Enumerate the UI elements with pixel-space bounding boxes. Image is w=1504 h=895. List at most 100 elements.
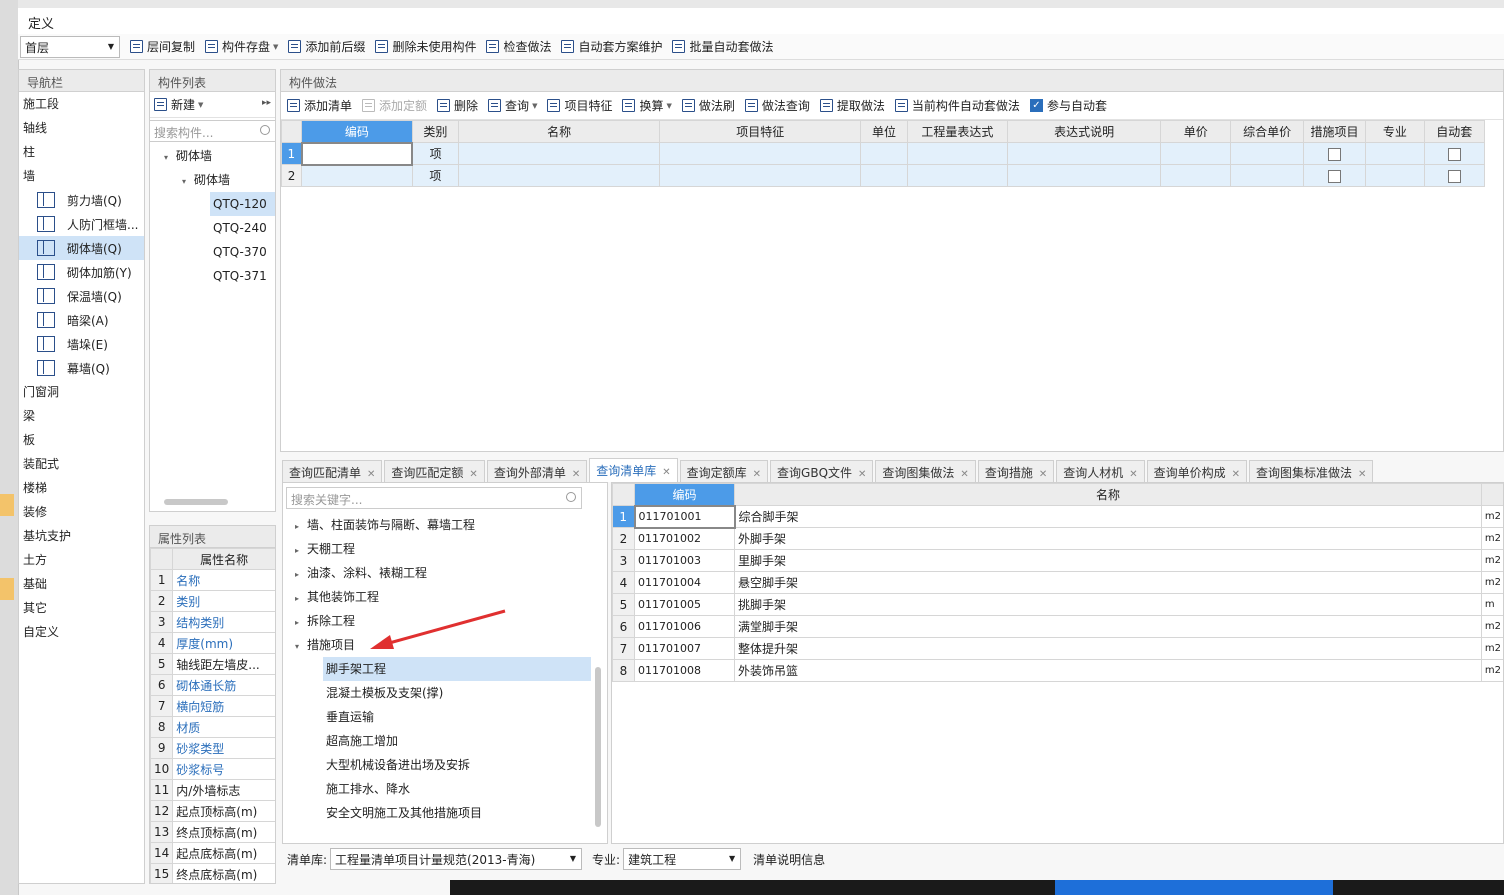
query-tree-node[interactable]: ▸ 墙、柱面装饰与隔断、幕墙工程 xyxy=(283,513,607,537)
grid-cell[interactable] xyxy=(906,142,1009,165)
query-tab[interactable]: 查询匹配定额 ✕ xyxy=(384,460,485,482)
property-row[interactable]: 13 终点顶标高(m) xyxy=(150,821,275,843)
grid-cell[interactable] xyxy=(906,164,1009,187)
grid-cell[interactable] xyxy=(659,164,862,187)
grid-cell[interactable] xyxy=(1230,142,1304,165)
name-cell[interactable]: 里脚手架 xyxy=(734,549,1482,572)
code-cell[interactable]: 011701002 xyxy=(634,527,735,550)
code-header[interactable]: 编码 xyxy=(634,483,735,506)
code-cell[interactable]: 011701005 xyxy=(634,593,735,616)
keyword-search-input[interactable]: 搜索关键字... xyxy=(286,487,582,509)
result-row[interactable]: 1 011701001 综合脚手架 m2 xyxy=(612,504,1503,529)
vertical-scrollbar[interactable] xyxy=(595,667,601,827)
close-icon[interactable]: ✕ xyxy=(960,469,968,480)
name-cell[interactable]: 外装饰吊篮 xyxy=(734,659,1482,682)
close-icon[interactable]: ✕ xyxy=(1129,469,1137,480)
new-button[interactable]: 新建 xyxy=(171,96,195,113)
property-row[interactable]: 8 材质 xyxy=(150,716,275,738)
column-header[interactable]: 自动套 xyxy=(1423,120,1486,143)
horizontal-scrollbar[interactable] xyxy=(164,499,228,505)
result-row[interactable]: 4 011701004 悬空脚手架 m2 xyxy=(612,571,1503,594)
save-component-button[interactable]: 构件存盘 ▼ xyxy=(205,38,278,55)
query-tab[interactable]: 查询图集做法 ✕ xyxy=(875,460,976,482)
checkbox[interactable] xyxy=(1328,169,1342,183)
more-icon[interactable]: ▸▸ xyxy=(262,98,271,108)
floor-select[interactable]: 首层 ▼ xyxy=(20,35,120,58)
close-icon[interactable]: ✕ xyxy=(1039,469,1047,480)
code-cell[interactable]: 011701004 xyxy=(634,571,735,594)
query-tab[interactable]: 查询人材机 ✕ xyxy=(1056,460,1145,482)
close-icon[interactable]: ✕ xyxy=(367,469,375,480)
close-icon[interactable]: ✕ xyxy=(469,469,477,480)
property-row[interactable]: 5 轴线距左墙皮... xyxy=(150,653,275,675)
grid-cell[interactable] xyxy=(458,164,661,187)
grid-cell[interactable] xyxy=(1007,142,1162,165)
checkbox-cell[interactable] xyxy=(1423,142,1486,165)
component-search-input[interactable]: 搜索构件... xyxy=(150,120,275,142)
property-row[interactable]: 7 横向短筋 xyxy=(150,695,275,717)
query-tree-node[interactable]: 垂直运输 xyxy=(323,705,591,729)
nav-item[interactable]: 柱 xyxy=(19,140,144,164)
column-header[interactable]: 项目特征 xyxy=(659,120,862,143)
component-item[interactable]: QTQ-120 xyxy=(210,192,275,216)
property-row[interactable]: 14 起点底标高(m) xyxy=(150,842,275,864)
method-button[interactable]: 删除 xyxy=(437,97,478,114)
property-row[interactable]: 9 砂浆类型 xyxy=(150,737,275,759)
nav-item[interactable]: 施工段 xyxy=(19,92,144,116)
query-tree-node[interactable]: 施工排水、降水 xyxy=(323,777,591,801)
grid-cell[interactable] xyxy=(1160,164,1232,187)
close-icon[interactable]: ✕ xyxy=(753,469,761,480)
property-row[interactable]: 3 结构类别 xyxy=(150,611,275,633)
name-cell[interactable]: 悬空脚手架 xyxy=(734,571,1482,594)
name-cell[interactable]: 满堂脚手架 xyxy=(734,615,1482,638)
nav-item[interactable]: 墙 xyxy=(19,164,144,188)
column-header[interactable]: 单位 xyxy=(860,120,908,143)
batch-auto-button[interactable]: 批量自动套做法 xyxy=(672,38,774,55)
nav-subitem[interactable]: 墙垛(E) xyxy=(19,332,144,356)
nav-subitem[interactable]: 幕墙(Q) xyxy=(19,356,144,380)
close-icon[interactable]: ✕ xyxy=(858,469,866,480)
grid-cell[interactable] xyxy=(1230,164,1304,187)
nav-subitem[interactable]: 人防门框墙... xyxy=(19,212,144,236)
property-row[interactable]: 1 名称 xyxy=(150,569,275,591)
component-item[interactable]: QTQ-240 xyxy=(150,216,275,240)
close-icon[interactable]: ✕ xyxy=(572,469,580,480)
column-header[interactable]: 措施项目 xyxy=(1302,120,1367,143)
auto-scheme-button[interactable]: 自动套方案维护 xyxy=(561,38,662,55)
method-button[interactable]: 提取做法 xyxy=(819,97,885,114)
nav-item[interactable]: 基础 xyxy=(19,572,144,596)
checkbox-cell[interactable] xyxy=(1423,164,1486,187)
grid-cell[interactable] xyxy=(659,142,862,165)
type-cell[interactable]: 项 xyxy=(411,142,460,165)
query-tree-node[interactable]: 混凝土模板及支架(撑) xyxy=(323,681,591,705)
component-item[interactable]: QTQ-370 xyxy=(150,240,275,264)
library-select[interactable]: 工程量清单项目计量规范(2013-青海) ▼ xyxy=(330,848,583,870)
grid-cell[interactable] xyxy=(300,141,414,166)
name-cell[interactable]: 综合脚手架 xyxy=(734,505,1482,528)
component-item[interactable]: QTQ-371 xyxy=(150,264,275,288)
check-method-button[interactable]: 检查做法 xyxy=(486,38,551,55)
close-icon[interactable]: ✕ xyxy=(1358,469,1366,480)
checkbox[interactable] xyxy=(1447,169,1461,183)
property-row[interactable]: 11 内/外墙标志 xyxy=(150,779,275,801)
nav-item[interactable]: 基坑支护 xyxy=(19,524,144,548)
query-tab[interactable]: 查询匹配清单 ✕ xyxy=(282,460,383,482)
nav-item[interactable]: 装配式 xyxy=(19,452,144,476)
query-tree-node[interactable]: 安全文明施工及其他措施项目 xyxy=(323,801,591,825)
type-cell[interactable]: 项 xyxy=(411,164,460,187)
property-row[interactable]: 6 砌体通长筋 xyxy=(150,674,275,696)
result-row[interactable]: 2 011701002 外脚手架 m2 xyxy=(612,527,1503,550)
checkbox[interactable] xyxy=(1328,147,1342,161)
query-tree-node[interactable]: 大型机械设备进出场及安拆 xyxy=(323,753,591,777)
column-header[interactable]: 类别 xyxy=(411,120,460,143)
method-button[interactable]: 查询 ▼ xyxy=(488,97,537,114)
result-row[interactable]: 3 011701003 里脚手架 m2 xyxy=(612,549,1503,572)
nav-item[interactable]: 其它 xyxy=(19,596,144,620)
result-row[interactable]: 8 011701008 外装饰吊篮 m2 xyxy=(612,659,1503,682)
method-row[interactable]: 1项 xyxy=(281,141,1486,166)
auto-participate-checkbox[interactable]: ✓ 参与自动套 xyxy=(1029,97,1107,114)
method-button[interactable]: 换算 ▼ xyxy=(622,97,672,114)
close-icon[interactable]: ✕ xyxy=(662,467,670,478)
method-row[interactable]: 2项 xyxy=(281,164,1486,187)
code-cell[interactable]: 011701007 xyxy=(634,637,735,660)
